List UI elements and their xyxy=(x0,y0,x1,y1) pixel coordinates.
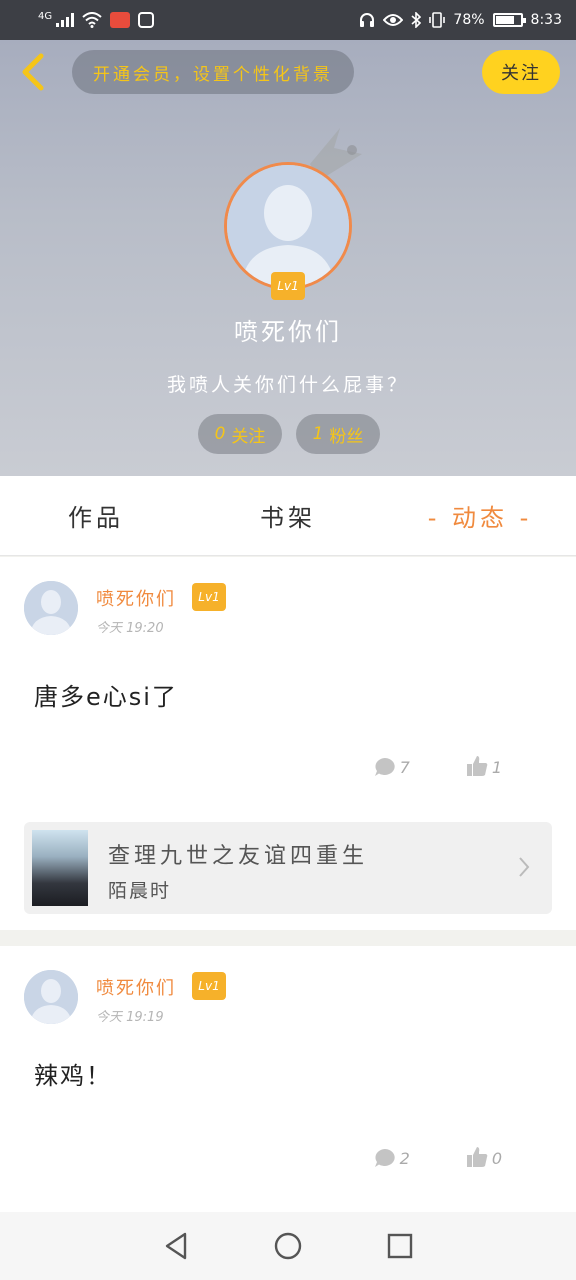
nav-home-button[interactable] xyxy=(268,1226,308,1266)
vibrate-icon xyxy=(429,12,446,28)
circle-home-icon xyxy=(274,1232,302,1260)
fans-count: 1 xyxy=(312,424,324,444)
battery-icon xyxy=(492,13,526,27)
triangle-back-icon xyxy=(165,1232,187,1260)
back-button[interactable] xyxy=(12,52,52,92)
app-badge-icon xyxy=(110,12,131,28)
network-type: 4G xyxy=(38,10,53,22)
book-title: 查理九世之友谊四重生 xyxy=(108,844,369,869)
avatar[interactable] xyxy=(24,581,78,635)
like-count: 0 xyxy=(491,1149,502,1168)
like-button[interactable]: 0 xyxy=(466,1146,502,1168)
profile-avatar[interactable] xyxy=(224,162,352,290)
activity-feed: 喷死你们 Lv1 今天 19:20 唐多e心si了 7 1 查理九世之友谊四重生… xyxy=(0,557,576,1221)
level-badge: Lv1 xyxy=(271,272,305,300)
following-label: 关注 xyxy=(231,426,266,447)
post-time: 今天 19:19 xyxy=(96,1010,164,1025)
thumbs-up-icon xyxy=(466,756,488,776)
post-time: 今天 19:20 xyxy=(96,621,164,636)
status-bar: 4G 78% 8:33 xyxy=(0,0,576,40)
post-author[interactable]: 喷死你们 xyxy=(96,974,176,1000)
post-actions: 2 0 xyxy=(374,1146,502,1168)
like-button[interactable]: 1 xyxy=(466,755,502,777)
square-recents-icon xyxy=(387,1233,413,1259)
profile-bio: 我喷人关你们什么屁事？ xyxy=(166,374,409,396)
list-item[interactable]: 喷死你们 Lv1 今天 19:20 唐多e心si了 7 1 查理九世之友谊四重生… xyxy=(0,557,576,930)
like-count: 1 xyxy=(491,758,502,777)
chevron-left-icon xyxy=(22,53,44,91)
comment-icon xyxy=(374,1149,395,1167)
book-cover xyxy=(32,830,88,906)
list-item[interactable]: 喷死你们 Lv1 今天 19:19 辣鸡！ 2 0 xyxy=(0,946,576,1221)
post-actions: 7 1 xyxy=(374,755,502,777)
post-author[interactable]: 喷死你们 xyxy=(96,585,176,611)
signal-icon xyxy=(56,13,75,27)
user-silhouette-icon xyxy=(24,970,78,1024)
follow-button[interactable]: 关注 xyxy=(482,50,560,94)
user-silhouette-icon xyxy=(227,165,349,287)
fans-count-button[interactable]: 1 粉丝 xyxy=(296,414,380,454)
comment-button[interactable]: 2 xyxy=(374,1146,410,1168)
level-badge: Lv1 xyxy=(192,583,226,611)
tab-works[interactable]: 作品 xyxy=(0,498,192,533)
post-content: 辣鸡！ xyxy=(34,1062,112,1090)
profile-tabs: 作品 书架 - 动态 - xyxy=(0,476,576,556)
book-card[interactable]: 查理九世之友谊四重生 陌晨时 xyxy=(24,822,552,914)
vip-banner-button[interactable]: 开通会员，设置个性化背景 xyxy=(72,50,354,94)
book-author: 陌晨时 xyxy=(108,880,172,902)
thumbs-up-icon xyxy=(466,1147,488,1167)
hand-icon xyxy=(138,12,155,28)
nav-back-button[interactable] xyxy=(156,1226,196,1266)
avatar[interactable] xyxy=(24,970,78,1024)
battery-percent: 78% xyxy=(453,12,485,28)
nav-recents-button[interactable] xyxy=(380,1226,420,1266)
headset-icon xyxy=(360,13,375,27)
comment-count: 2 xyxy=(399,1149,410,1168)
profile-header: 开通会员，设置个性化背景 关注 Lv1 喷死你们 我喷人关你们什么屁事？ 0 关… xyxy=(0,40,576,476)
tab-activity[interactable]: - 动态 - xyxy=(384,498,576,533)
wifi-icon xyxy=(82,12,102,28)
post-content: 唐多e心si了 xyxy=(34,683,178,711)
clock: 8:33 xyxy=(530,12,562,28)
profile-username: 喷死你们 xyxy=(234,318,342,346)
system-nav-bar xyxy=(0,1212,576,1280)
following-count: 0 xyxy=(214,424,226,444)
eye-icon xyxy=(383,14,404,26)
comment-icon xyxy=(374,758,395,776)
comment-button[interactable]: 7 xyxy=(374,755,410,777)
comment-count: 7 xyxy=(399,758,410,777)
tab-bookshelf[interactable]: 书架 xyxy=(192,498,384,533)
bluetooth-icon xyxy=(411,12,422,28)
following-count-button[interactable]: 0 关注 xyxy=(198,414,282,454)
chevron-right-icon xyxy=(519,857,530,877)
user-silhouette-icon xyxy=(24,581,78,635)
level-badge: Lv1 xyxy=(192,972,226,1000)
fans-label: 粉丝 xyxy=(329,426,364,447)
